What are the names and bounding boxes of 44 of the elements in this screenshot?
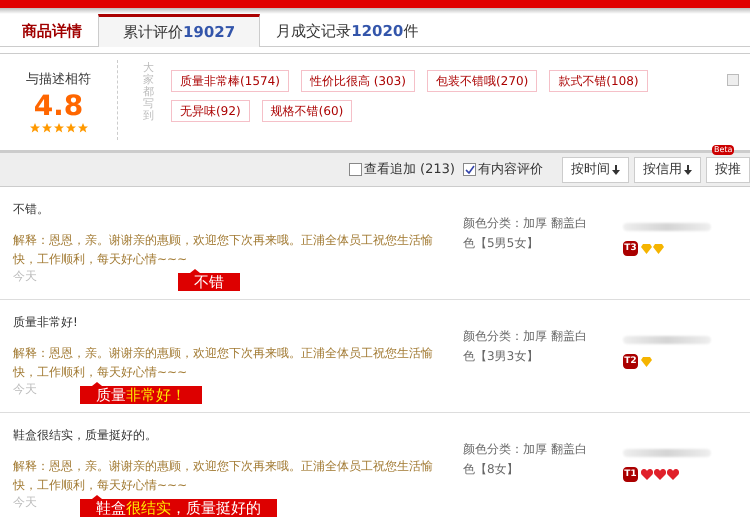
review-text: 鞋盒很结实，质量挺好的。 <box>13 427 157 443</box>
seller-reply: 解释：恩恩，亲。谢谢亲的惠顾，欢迎您下次再来哦。正浦全体员工祝您生活愉快，工作顺利，每天好心情~~~ <box>13 458 434 494</box>
callout-banner: 质量非常好！ <box>80 386 202 404</box>
sort-button[interactable]: 按推 <box>706 156 750 182</box>
seller-reply: 解释：恩恩，亲。谢谢亲的惠顾，欢迎您下次再来哦。正浦全体员工祝您生活愉快，工作顺利，每天好心情~~~ <box>13 232 434 268</box>
check-icon <box>464 164 474 174</box>
filter-checkbox[interactable]: 有内容评价 <box>463 160 543 180</box>
diamond-icon <box>641 356 652 366</box>
tab[interactable]: 商品详情 <box>6 16 98 46</box>
dropdown-toggle[interactable] <box>727 74 739 86</box>
heart-icon <box>667 469 679 480</box>
tag-chip[interactable]: 无异味(92) <box>171 100 250 122</box>
review-date: 今天 <box>13 495 37 509</box>
review-text: 不错。 <box>13 201 49 217</box>
tag-chip[interactable]: 包装不错哦(270) <box>427 70 538 92</box>
level-badge: T3 <box>623 241 638 256</box>
sku-info: 颜色分类：加厚 翻盖白色【5男5女】 <box>463 215 588 252</box>
level-badge: T2 <box>623 354 638 369</box>
sku-info: 颜色分类：加厚 翻盖白色【3男3女】 <box>463 328 588 365</box>
tag-chip[interactable]: 款式不错(108) <box>549 70 648 92</box>
tab[interactable]: 月成交记录12020件 <box>260 16 434 46</box>
seller-reply: 解释：恩恩，亲。谢谢亲的惠顾，欢迎您下次再来哦。正浦全体员工祝您生活愉快，工作顺利，每天好心情~~~ <box>13 345 434 381</box>
filter-checkbox[interactable]: 查看追加 (213) <box>348 160 455 180</box>
diamond-icon <box>641 244 652 254</box>
tab[interactable]: 累计评价19027 <box>98 14 260 47</box>
diamond-icon <box>653 244 664 254</box>
rating-label: 与描述相符 <box>26 71 91 89</box>
heart-icon <box>641 469 653 480</box>
callout-banner: 不错 <box>178 273 240 291</box>
sku-info: 颜色分类：加厚 翻盖白色【8女】 <box>463 441 588 478</box>
level-badge: T1 <box>623 467 638 482</box>
side-label: 大家都写到 <box>143 62 155 122</box>
heart-icon <box>654 469 666 480</box>
tag-chip[interactable]: 质量非常棒(1574) <box>171 70 289 92</box>
tag-chip[interactable]: 性价比很高 (303) <box>300 70 415 92</box>
beta-badge: Beta <box>712 144 734 154</box>
sort-button[interactable]: 按信用 <box>634 156 701 182</box>
rating-score: 4.8 <box>34 90 84 122</box>
tag-chip[interactable]: 规格不错(60) <box>262 100 352 122</box>
callout-banner: 鞋盒很结实，质量挺好的 <box>80 499 277 517</box>
review-date: 今天 <box>13 382 37 396</box>
sort-button[interactable]: 按时间 <box>562 156 629 182</box>
review-text: 质量非常好! <box>13 314 78 330</box>
review-date: 今天 <box>13 269 37 283</box>
